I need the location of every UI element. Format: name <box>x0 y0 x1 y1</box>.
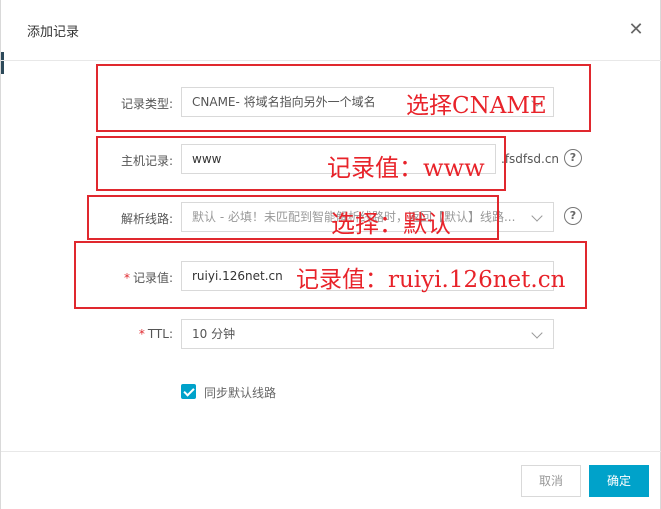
ttl-select[interactable]: 10 分钟 <box>181 319 554 349</box>
ttl-value: 10 分钟 <box>192 327 236 341</box>
annotation-value-ruiyi: 记录值：ruiyi.126net.cn <box>296 267 566 293</box>
annotation-choose-default: 选择：默认 <box>331 210 451 238</box>
chevron-down-icon <box>531 210 543 222</box>
close-icon[interactable]: ✕ <box>626 20 646 40</box>
ttl-label: * TTL: <box>93 327 173 341</box>
annotation-value-www: 记录值：www <box>327 154 485 182</box>
chevron-down-icon <box>531 327 543 339</box>
line-help-icon[interactable]: ? <box>564 207 582 225</box>
domain-suffix: .fsdfsd.cn <box>501 152 560 166</box>
add-record-dialog: 添加记录 ✕ 记录类型: CNAME- 将域名指向另外一个域名 主机记录: ww… <box>0 0 661 509</box>
required-mark: * <box>138 327 145 341</box>
host-help-icon[interactable]: ? <box>564 149 582 167</box>
sync-default-checkbox[interactable] <box>181 384 196 399</box>
sync-default-label: 同步默认线路 <box>204 386 277 400</box>
ttl-label-text: TTL: <box>147 327 173 341</box>
cancel-button[interactable]: 取消 <box>521 465 581 497</box>
confirm-button[interactable]: 确定 <box>589 465 649 497</box>
annotation-choose-cname: 选择CNAME <box>406 93 547 119</box>
dialog-header: 添加记录 ✕ <box>1 0 661 61</box>
dialog-title: 添加记录 <box>27 25 80 40</box>
